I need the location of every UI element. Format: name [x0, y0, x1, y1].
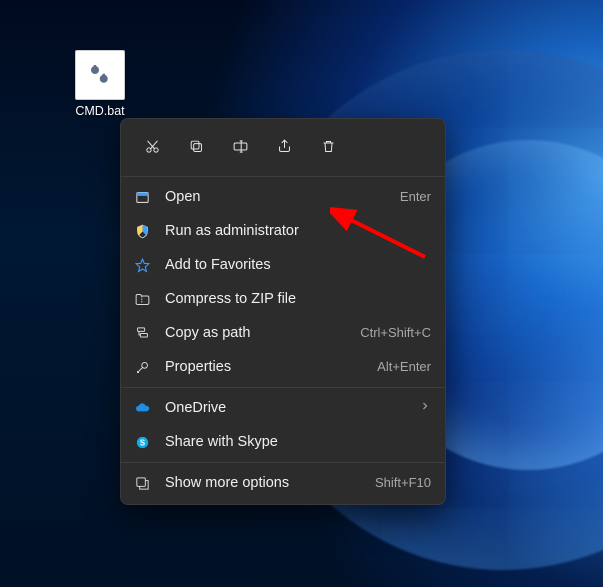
cut-button[interactable] [135, 129, 169, 163]
menu-item-label: Add to Favorites [165, 255, 431, 275]
menu-item-label: Open [165, 187, 386, 207]
shield-admin-icon [133, 222, 151, 240]
menu-item-copy-as-path[interactable]: Copy as path Ctrl+Shift+C [121, 316, 445, 350]
menu-item-show-more-options[interactable]: Show more options Shift+F10 [121, 466, 445, 500]
copy-path-icon [133, 324, 151, 342]
copy-button[interactable] [179, 129, 213, 163]
separator [121, 176, 445, 177]
desktop-icon-label: CMD.bat [60, 104, 140, 118]
menu-item-open[interactable]: Open Enter [121, 180, 445, 214]
menu-item-onedrive[interactable]: OneDrive [121, 391, 445, 425]
context-menu: Open Enter Run as administrator Add to F… [120, 118, 446, 505]
share-button[interactable] [267, 129, 301, 163]
menu-item-label: Compress to ZIP file [165, 289, 431, 309]
menu-item-label: Share with Skype [165, 432, 431, 452]
delete-button[interactable] [311, 129, 345, 163]
menu-item-shortcut: Ctrl+Shift+C [360, 323, 431, 343]
menu-item-label: Run as administrator [165, 221, 431, 241]
menu-item-label: Copy as path [165, 323, 346, 343]
star-icon [133, 256, 151, 274]
menu-item-shortcut: Shift+F10 [375, 473, 431, 493]
onedrive-icon [133, 399, 151, 417]
separator [121, 387, 445, 388]
rename-button[interactable] [223, 129, 257, 163]
chevron-right-icon [419, 398, 431, 418]
show-more-icon [133, 474, 151, 492]
svg-text:S: S [139, 438, 144, 447]
open-icon [133, 188, 151, 206]
menu-item-label: Properties [165, 357, 363, 377]
context-menu-command-bar [121, 119, 445, 173]
batch-file-icon [75, 50, 125, 100]
menu-item-shortcut: Alt+Enter [377, 357, 431, 377]
menu-item-run-as-administrator[interactable]: Run as administrator [121, 214, 445, 248]
properties-icon [133, 358, 151, 376]
menu-item-shortcut: Enter [400, 187, 431, 207]
menu-item-add-to-favorites[interactable]: Add to Favorites [121, 248, 445, 282]
skype-icon: S [133, 433, 151, 451]
menu-item-share-skype[interactable]: S Share with Skype [121, 425, 445, 459]
menu-item-compress-zip[interactable]: Compress to ZIP file [121, 282, 445, 316]
menu-item-label: OneDrive [165, 398, 405, 418]
menu-item-properties[interactable]: Properties Alt+Enter [121, 350, 445, 384]
zip-folder-icon [133, 290, 151, 308]
menu-item-label: Show more options [165, 473, 361, 493]
separator [121, 462, 445, 463]
desktop-icon-cmd-bat[interactable]: CMD.bat [60, 50, 140, 118]
